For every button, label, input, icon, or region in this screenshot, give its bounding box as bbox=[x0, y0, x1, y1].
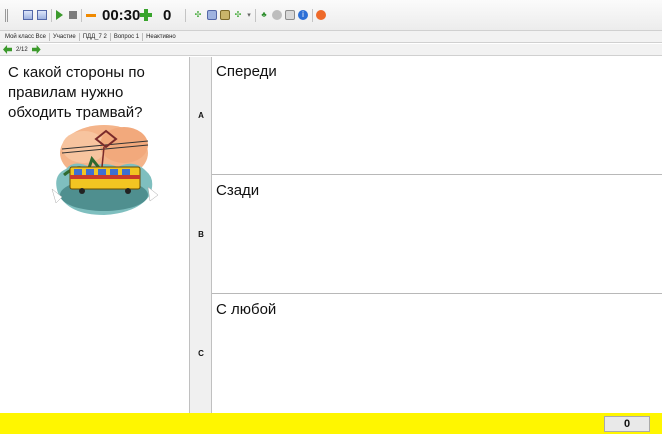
chevron-down-icon[interactable]: ▾ bbox=[246, 10, 252, 20]
toolbar-grip-icon[interactable] bbox=[5, 9, 8, 22]
state-label: Неактивно bbox=[146, 33, 176, 40]
page-indicator: 2/12 bbox=[16, 46, 28, 53]
disc-icon[interactable] bbox=[272, 10, 282, 20]
answer-letter-a: A bbox=[198, 111, 204, 120]
participation-label[interactable]: Участие bbox=[50, 32, 80, 41]
answer-option-c[interactable]: С любой bbox=[212, 295, 662, 413]
toolbar: 00:30 0 ✣ ✣ ▾ ♣ i bbox=[0, 0, 662, 31]
toolbar-divider bbox=[185, 9, 186, 22]
share-icon[interactable]: ✣ bbox=[233, 10, 243, 20]
question-panel: С какой стороны по правилам нужно обходи… bbox=[0, 57, 190, 413]
toolbar-divider bbox=[51, 9, 52, 22]
minus-time-button[interactable] bbox=[86, 14, 96, 17]
answer-text: С любой bbox=[216, 301, 277, 318]
toolbar-divider bbox=[81, 9, 82, 22]
stop-icon[interactable] bbox=[69, 11, 77, 19]
info-icon[interactable]: i bbox=[298, 10, 308, 20]
timer-display: 00:30 bbox=[102, 7, 141, 24]
next-question-icon[interactable] bbox=[31, 45, 41, 54]
answer-option-b[interactable]: Сзади bbox=[212, 176, 662, 294]
status-bar: 0 bbox=[0, 413, 662, 434]
answer-letter-b: B bbox=[198, 230, 204, 239]
answer-letter-column: A B C bbox=[190, 57, 212, 413]
answer-letter-c: C bbox=[198, 349, 204, 358]
session-info-bar: Мой класс Все Участие ПДД_7 2 Вопрос 1 Н… bbox=[0, 31, 662, 43]
grid-icon[interactable] bbox=[285, 10, 295, 20]
panel-icon[interactable] bbox=[207, 10, 217, 20]
answer-text: Сзади bbox=[216, 182, 260, 199]
network-icon[interactable]: ✣ bbox=[193, 10, 203, 20]
close-session-icon[interactable] bbox=[316, 10, 326, 20]
score-display: 0 bbox=[163, 7, 172, 24]
tram-illustration bbox=[51, 125, 159, 215]
app-window: 00:30 0 ✣ ✣ ▾ ♣ i Мой класс Все Участие … bbox=[0, 0, 662, 434]
window-icon[interactable] bbox=[23, 10, 33, 20]
answer-option-a[interactable]: Спереди bbox=[212, 57, 662, 175]
play-icon[interactable] bbox=[56, 10, 63, 20]
question-nav-bar: 2/12 bbox=[0, 44, 662, 56]
toolbar-divider bbox=[312, 9, 313, 22]
question-number: Вопрос 1 bbox=[111, 32, 144, 41]
answers-panel: Спереди Сзади С любой bbox=[212, 57, 662, 413]
plus-time-icon[interactable] bbox=[139, 8, 153, 22]
layout-icon[interactable] bbox=[37, 10, 47, 20]
toolbar-divider bbox=[255, 9, 256, 22]
class-filter[interactable]: Мой класс Все bbox=[2, 32, 50, 41]
question-text: С какой стороны по правилам нужно обходи… bbox=[8, 64, 145, 121]
user-icon[interactable]: ♣ bbox=[259, 10, 269, 20]
image-icon[interactable] bbox=[220, 10, 230, 20]
response-counter: 0 bbox=[604, 416, 650, 432]
test-name: ПДД_7 2 bbox=[80, 32, 111, 41]
prev-question-icon[interactable] bbox=[3, 45, 12, 54]
answer-text: Спереди bbox=[216, 63, 277, 80]
